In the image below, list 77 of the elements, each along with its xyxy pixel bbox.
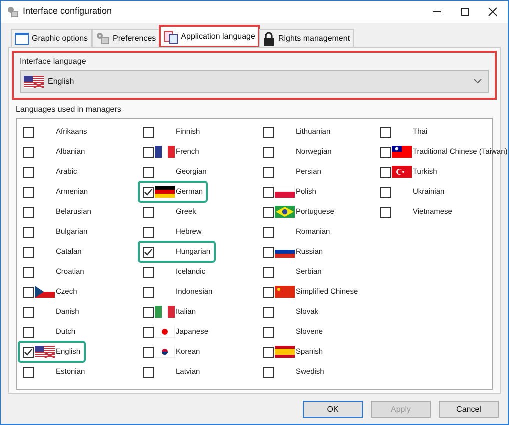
checkbox[interactable]	[23, 326, 34, 338]
checkbox[interactable]	[380, 166, 391, 178]
group-label: Interface language	[20, 56, 88, 68]
chevron-down-icon	[474, 79, 482, 84]
flag-icon	[155, 326, 175, 338]
checkbox[interactable]	[143, 346, 154, 358]
checkbox[interactable]	[263, 166, 274, 178]
checkbox[interactable]	[23, 146, 34, 158]
lock-icon	[263, 32, 276, 46]
checkbox[interactable]	[143, 326, 154, 338]
checkbox[interactable]	[143, 266, 154, 278]
tab[interactable]: Preferences	[92, 29, 160, 47]
checkbox[interactable]	[143, 206, 154, 218]
window-icon	[15, 32, 29, 44]
checkbox[interactable]	[263, 226, 274, 238]
flag-icon	[392, 166, 412, 178]
check-icon	[24, 348, 33, 356]
tab[interactable]: Application language	[160, 26, 260, 47]
checkbox[interactable]	[263, 346, 274, 358]
check-icon	[144, 188, 153, 196]
flag-icon	[275, 206, 295, 218]
checkbox[interactable]	[380, 206, 391, 218]
checkbox[interactable]	[23, 246, 34, 258]
flag-icon	[275, 346, 295, 358]
checkbox[interactable]	[143, 286, 154, 298]
checkbox[interactable]	[380, 146, 391, 158]
dialog-button[interactable]: Cancel	[439, 401, 499, 418]
checkbox[interactable]	[263, 206, 274, 218]
language-dropdown[interactable]: English	[20, 70, 489, 93]
dialog-button[interactable]: OK	[303, 401, 363, 418]
group-label: Languages used in managers	[16, 104, 122, 116]
flag-icon	[275, 186, 295, 198]
checkbox[interactable]	[263, 186, 274, 198]
checkbox[interactable]	[143, 146, 154, 158]
checkbox[interactable]	[23, 126, 34, 138]
flag-icon	[24, 76, 44, 88]
close-icon[interactable]	[488, 7, 498, 17]
checkbox[interactable]	[23, 306, 34, 318]
checkbox[interactable]	[380, 126, 391, 138]
checkbox[interactable]	[23, 366, 34, 378]
checkbox[interactable]	[143, 186, 154, 198]
checkbox[interactable]	[143, 166, 154, 178]
checkbox[interactable]	[263, 366, 274, 378]
checkbox[interactable]	[263, 326, 274, 338]
checkbox[interactable]	[23, 286, 34, 298]
checkbox[interactable]	[23, 266, 34, 278]
flag-icon	[155, 346, 175, 358]
checkbox[interactable]	[143, 366, 154, 378]
checkbox[interactable]	[143, 306, 154, 318]
checkbox[interactable]	[263, 246, 274, 258]
checkbox[interactable]	[263, 146, 274, 158]
flag-icon	[155, 146, 175, 158]
tab[interactable]: Rights management	[259, 29, 354, 47]
checkbox[interactable]	[143, 226, 154, 238]
flag-icon	[35, 346, 55, 358]
checkbox[interactable]	[23, 206, 34, 218]
checkbox[interactable]	[263, 286, 274, 298]
checkbox[interactable]	[263, 266, 274, 278]
flag-icon	[155, 186, 175, 198]
check-icon	[144, 248, 153, 256]
flag-icon	[392, 146, 412, 158]
tab[interactable]: Graphic options	[11, 29, 92, 47]
flag-icon	[35, 286, 55, 298]
checkbox[interactable]	[263, 306, 274, 318]
checkbox[interactable]	[143, 126, 154, 138]
flag-icon	[155, 306, 175, 318]
checkbox[interactable]	[23, 346, 34, 358]
language-icon	[164, 30, 178, 44]
checkbox[interactable]	[23, 166, 34, 178]
window-title: Interface configuration	[23, 5, 112, 18]
checkbox[interactable]	[23, 186, 34, 198]
checkbox[interactable]	[263, 126, 274, 138]
checkbox[interactable]	[23, 226, 34, 238]
flag-icon	[275, 286, 295, 298]
checkbox[interactable]	[380, 186, 391, 198]
checkbox[interactable]	[143, 246, 154, 258]
maximize-icon[interactable]	[460, 7, 470, 17]
